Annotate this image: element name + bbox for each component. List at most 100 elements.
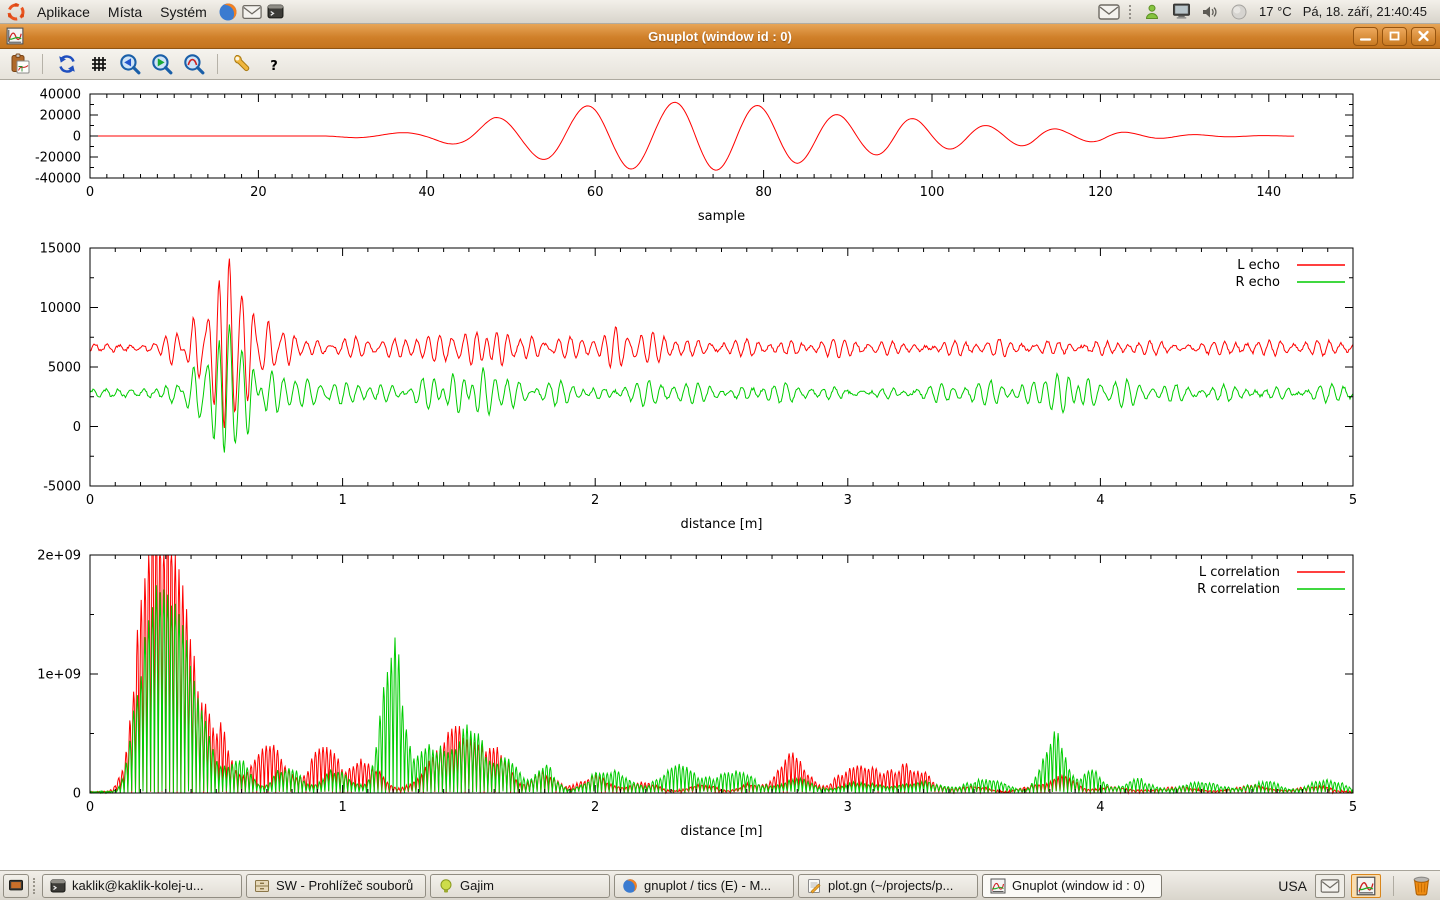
temperature-indicator[interactable]: 17 °C — [1256, 4, 1295, 19]
svg-text:5: 5 — [1349, 493, 1357, 508]
svg-text:0: 0 — [86, 185, 94, 200]
zoom-next-icon[interactable] — [149, 51, 176, 77]
svg-text:1e+09: 1e+09 — [37, 668, 81, 683]
legend-label: R correlation — [1197, 582, 1280, 597]
clock[interactable]: Pá, 18. září, 21:40:45 — [1300, 4, 1430, 19]
taskbar-item[interactable]: plot.gn (~/projects/p... — [798, 874, 978, 898]
svg-text:5: 5 — [1349, 800, 1357, 815]
taskbar-item-label: SW - Prohlížeč souborů — [276, 878, 413, 893]
svg-text:0: 0 — [86, 493, 94, 508]
svg-text:0: 0 — [86, 800, 94, 815]
plot-series — [90, 555, 1353, 793]
svg-text:80: 80 — [755, 185, 772, 200]
mail-launcher-icon[interactable] — [240, 1, 264, 23]
weather-icon[interactable] — [1227, 1, 1251, 23]
firefox-launcher-icon[interactable] — [216, 1, 240, 23]
terminal-icon — [50, 878, 66, 894]
window-titlebar[interactable]: Gnuplot (window id : 0) — [0, 24, 1440, 49]
taskbar-item[interactable]: kaklik@kaklik-kolej-u... — [42, 874, 242, 898]
chart-echo-signals[interactable]: 012345-5000050001000015000distance [m]L … — [0, 230, 1440, 538]
menu-places[interactable]: Místa — [99, 0, 151, 23]
svg-text:1: 1 — [338, 800, 346, 815]
svg-text:2: 2 — [591, 800, 599, 815]
configure-icon[interactable] — [228, 51, 255, 77]
legend-label: L correlation — [1199, 565, 1280, 580]
svg-text:20000: 20000 — [40, 109, 81, 124]
help-icon[interactable]: ? — [260, 51, 287, 77]
gnuplot-icon — [990, 878, 1006, 894]
menu-system[interactable]: Systém — [151, 0, 216, 23]
chart-correlation[interactable]: 01234501e+092e+09distance [m]L correlati… — [0, 538, 1440, 848]
user-switcher-icon[interactable] — [1140, 1, 1164, 23]
ubuntu-logo-icon[interactable] — [4, 1, 28, 23]
replot-icon[interactable] — [53, 51, 80, 77]
svg-text:2: 2 — [591, 493, 599, 508]
series-L-correlation-line — [90, 555, 1353, 793]
taskbar-item-label: Gajim — [460, 878, 494, 893]
top-panel: Aplikace Místa Systém 17 °C Pá, 18. z — [0, 0, 1440, 24]
svg-text:10000: 10000 — [40, 301, 81, 316]
taskbar-item-label: plot.gn (~/projects/p... — [828, 878, 953, 893]
unzoom-icon[interactable] — [181, 51, 208, 77]
volume-icon[interactable] — [1198, 1, 1222, 23]
svg-text:4: 4 — [1096, 493, 1104, 508]
legend: L correlation R correlation — [1197, 565, 1345, 597]
window-toolbar: ? — [0, 49, 1440, 80]
keyboard-layout-indicator[interactable]: USA — [1278, 878, 1307, 894]
trash-icon[interactable] — [1407, 873, 1435, 899]
chart-sample-waveform[interactable]: 020406080100120140-40000-200000200004000… — [0, 80, 1440, 230]
svg-text:0: 0 — [73, 787, 81, 802]
series-sample-waveform-line — [90, 102, 1294, 170]
svg-text:40000: 40000 — [40, 88, 81, 103]
x-axis-label: sample — [698, 209, 745, 224]
zoom-previous-icon[interactable] — [117, 51, 144, 77]
svg-text:3: 3 — [844, 493, 852, 508]
toolbar-separator — [42, 54, 44, 74]
taskbar-item[interactable]: gnuplot / tics (E) - M... — [614, 874, 794, 898]
svg-text:60: 60 — [587, 185, 604, 200]
gnuplot-tray-icon[interactable] — [1351, 874, 1381, 898]
taskbar-item[interactable]: Gajim — [430, 874, 610, 898]
panel-status-area: 17 °C Pá, 18. září, 21:40:45 — [1097, 0, 1436, 23]
svg-text:-5000: -5000 — [43, 480, 81, 495]
svg-text:15000: 15000 — [40, 242, 81, 257]
toggle-grid-icon[interactable] — [85, 51, 112, 77]
svg-text:140: 140 — [1256, 185, 1281, 200]
firefox-icon — [622, 878, 638, 894]
plot-area: 020406080100120140-40000-200000200004000… — [0, 80, 1440, 870]
taskbar-handle[interactable] — [33, 878, 38, 894]
taskbar: kaklik@kaklik-kolej-u... SW - Prohlížeč s… — [0, 870, 1440, 900]
plot-axes — [90, 555, 1353, 793]
maximize-button[interactable] — [1382, 27, 1407, 46]
display-settings-icon[interactable] — [1169, 1, 1193, 23]
file-manager-icon — [254, 878, 270, 894]
close-button[interactable] — [1411, 27, 1436, 46]
svg-text:-20000: -20000 — [35, 151, 81, 166]
legend-label: L echo — [1237, 258, 1280, 273]
plot-series — [90, 102, 1294, 170]
axis-tick-labels: 020406080100120140-40000-200000200004000… — [35, 88, 1281, 201]
taskbar-item-label: kaklik@kaklik-kolej-u... — [72, 878, 204, 893]
taskbar-item[interactable]: Gnuplot (window id : 0) — [982, 874, 1162, 898]
minimize-button[interactable] — [1353, 27, 1378, 46]
mail-notification-icon[interactable] — [1097, 1, 1121, 23]
svg-text:-40000: -40000 — [35, 172, 81, 187]
window-title: Gnuplot (window id : 0) — [0, 29, 1440, 44]
mail-tray-icon[interactable] — [1315, 874, 1345, 898]
svg-text:100: 100 — [920, 185, 945, 200]
taskbar-tray: USA — [1278, 873, 1437, 899]
svg-text:120: 120 — [1088, 185, 1113, 200]
tray-separator — [1393, 876, 1395, 896]
taskbar-item[interactable]: SW - Prohlížeč souborů — [246, 874, 426, 898]
copy-to-clipboard-icon[interactable] — [6, 51, 33, 77]
show-desktop-button[interactable] — [3, 874, 29, 898]
svg-text:5000: 5000 — [48, 361, 81, 376]
svg-text:3: 3 — [844, 800, 852, 815]
svg-text:20: 20 — [250, 185, 267, 200]
terminal-launcher-icon[interactable] — [264, 1, 288, 23]
panel-separator — [1129, 5, 1132, 19]
gnuplot-window: Gnuplot (window id : 0) — [0, 24, 1440, 870]
menu-applications[interactable]: Aplikace — [28, 0, 99, 23]
plot-axes — [90, 248, 1353, 486]
panel-menus: Aplikace Místa Systém — [4, 0, 288, 23]
